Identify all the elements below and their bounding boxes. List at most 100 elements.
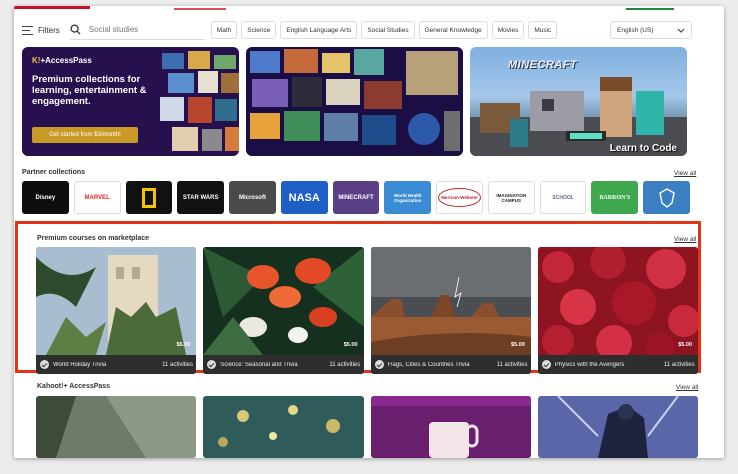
partner-logo-label: IMAGINATION CAMPUS xyxy=(496,192,527,203)
filters-icon xyxy=(22,25,33,35)
filters-button[interactable]: Filters xyxy=(22,20,60,40)
search-input[interactable] xyxy=(88,25,199,34)
partner-logo-label: World Health Organization xyxy=(393,192,422,203)
check-icon xyxy=(207,360,217,369)
course-title: Flags, Cities & Countries Trivia xyxy=(387,361,470,368)
card-image xyxy=(537,396,698,458)
course-footer: World Holiday Trivia 11 activities xyxy=(36,355,197,374)
accesspass-logo: K!+AccessPass xyxy=(32,56,92,65)
course-card[interactable]: $5.00 Flags, Cities & Countries Trivia 1… xyxy=(370,247,531,374)
partner-nasa[interactable]: NASA xyxy=(280,181,328,214)
partner-logo-label: MINECRAFT xyxy=(338,194,374,201)
crest-icon xyxy=(658,187,675,208)
course-activities: 11 activities xyxy=(496,361,528,368)
filters-label: Filters xyxy=(38,25,60,35)
course-price: $5.00 xyxy=(176,342,191,348)
collections-banner[interactable] xyxy=(246,47,463,156)
course-image xyxy=(36,247,197,355)
check-icon xyxy=(541,360,551,369)
accesspass-banner[interactable]: K!+AccessPass Premium collections for le… xyxy=(22,47,239,156)
search-box[interactable] xyxy=(69,20,205,40)
premium-courses-list: $5.00 World Holiday Trivia 11 activities… xyxy=(36,247,698,374)
course-activities: 11 activities xyxy=(663,361,695,368)
course-card[interactable]: $5.00 Physics with the Avengers 11 activ… xyxy=(537,247,698,374)
partner-logo-label: STAR WARS xyxy=(182,194,219,201)
course-title: Physics with the Avengers xyxy=(554,361,625,368)
chip-social-studies[interactable]: Social Studies xyxy=(361,21,415,39)
accesspass-row-title: Kahoot!+ AccessPass xyxy=(37,383,111,390)
chevron-down-icon xyxy=(677,28,685,33)
course-activities: 11 activities xyxy=(162,361,193,368)
learn-to-code-caption: Learn to Code xyxy=(609,143,677,154)
course-card[interactable]: $5.00 Science: Seasonal and Trivia 11 ac… xyxy=(203,247,364,374)
nav-accent-bar xyxy=(626,8,674,10)
check-icon xyxy=(374,360,384,369)
partner-star-wars[interactable]: STAR WARS xyxy=(177,181,225,214)
partner-logo-label: NASA xyxy=(288,191,320,204)
chip-music[interactable]: Music xyxy=(528,21,558,39)
chip-general-knowledge[interactable]: General Knowledge xyxy=(418,21,488,39)
chip-movies[interactable]: Movies xyxy=(491,21,525,39)
filter-bar: Filters Math Science English Language Ar… xyxy=(22,20,692,40)
card-image xyxy=(203,396,364,458)
course-card[interactable]: $5.00 World Holiday Trivia 11 activities xyxy=(36,247,197,374)
accesspass-headline: Premium collections for learning, entert… xyxy=(32,74,147,107)
accesspass-card[interactable] xyxy=(537,396,698,458)
partner-microsoft[interactable]: Microsoft xyxy=(229,181,276,214)
subject-chips: Math Science English Language Arts Socia… xyxy=(210,21,558,39)
partner-national-geographic[interactable] xyxy=(125,181,173,214)
chip-math[interactable]: Math xyxy=(210,21,238,39)
collage-image xyxy=(250,49,460,151)
premium-view-all-link[interactable]: View all xyxy=(674,236,696,243)
partner-collections-title: Partner collections xyxy=(22,169,86,176)
course-price: $5.00 xyxy=(678,342,692,348)
accesspass-card[interactable] xyxy=(36,396,197,458)
partner-logo-label: BARRON'S xyxy=(599,194,631,201)
card-image xyxy=(370,396,531,458)
card-image xyxy=(36,396,197,458)
course-image xyxy=(203,247,364,355)
partner-who[interactable]: World Health Organization xyxy=(384,181,432,214)
partner-logos: Disney MARVEL STAR WARS Microsoft NASA M… xyxy=(22,181,691,214)
partner-merriam-webster[interactable]: Merriam-Webster xyxy=(436,181,483,214)
course-price: $5.00 xyxy=(510,342,525,348)
partner-imagination-campus[interactable]: IMAGINATION CAMPUS xyxy=(487,181,535,214)
partner-marvel[interactable]: MARVEL xyxy=(73,181,121,214)
accesspass-view-all-link[interactable]: View all xyxy=(676,384,698,391)
chip-english-language-arts[interactable]: English Language Arts xyxy=(280,21,358,39)
partners-view-all-link[interactable]: View all xyxy=(674,170,696,177)
course-footer: Science: Seasonal and Trivia 11 activiti… xyxy=(203,355,364,374)
partner-logo-label: SCHOOL xyxy=(552,194,574,201)
partner-logo-label: Microsoft xyxy=(238,194,266,201)
minecraft-title: MINECRAFT xyxy=(508,59,578,71)
minecraft-scene-image xyxy=(470,77,687,156)
language-select[interactable]: English (US) xyxy=(610,21,692,39)
course-title: Science: Seasonal and Trivia xyxy=(220,361,298,368)
course-footer: Physics with the Avengers 11 activities xyxy=(537,355,698,374)
check-icon xyxy=(40,360,49,369)
chip-science[interactable]: Science xyxy=(241,21,277,39)
yellow-frame-icon xyxy=(141,187,156,208)
partner-crest[interactable] xyxy=(643,181,691,214)
course-activities: 11 activities xyxy=(329,361,361,368)
premium-courses-title: Premium courses on marketplace xyxy=(37,235,150,242)
course-price: $5.00 xyxy=(343,342,358,348)
nav-accent-bar xyxy=(14,6,90,9)
course-footer: Flags, Cities & Countries Trivia 11 acti… xyxy=(370,355,531,374)
partner-logo-label: MARVEL xyxy=(84,194,110,201)
accesspass-card[interactable] xyxy=(203,396,364,458)
partner-logo-label: Disney xyxy=(35,194,56,201)
partner-disney[interactable]: Disney xyxy=(22,181,69,214)
partner-minecraft[interactable]: MINECRAFT xyxy=(332,181,380,214)
minecraft-banner[interactable]: MINECRAFT Learn to Code xyxy=(470,47,687,156)
partner-barrons[interactable]: BARRON'S xyxy=(591,181,639,214)
language-value: English (US) xyxy=(617,26,654,34)
accesspass-card[interactable] xyxy=(370,396,531,458)
course-image xyxy=(370,247,531,355)
get-started-button[interactable]: Get started from $3/month! xyxy=(32,127,138,143)
nav-accent-bar xyxy=(174,8,226,10)
partner-logo-label: Merriam-Webster xyxy=(438,188,481,207)
course-image xyxy=(537,247,698,355)
course-title: World Holiday Trivia xyxy=(53,361,107,368)
partner-school[interactable]: SCHOOL xyxy=(539,181,587,214)
